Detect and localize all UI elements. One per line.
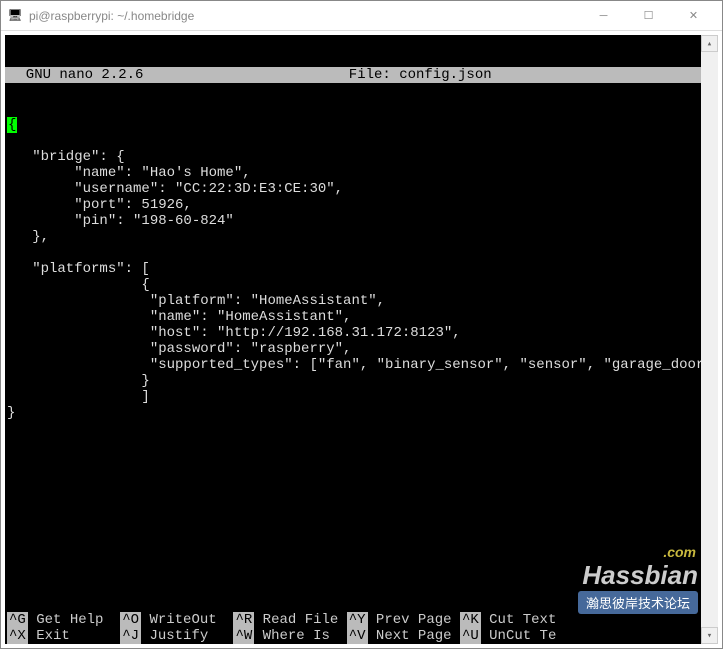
terminal-area: GNU nano 2.2.6 File: config.json { "brid…	[5, 35, 718, 644]
code-line: },	[7, 229, 49, 245]
editor-content[interactable]: { "bridge": { "name": "Hao's Home", "use…	[5, 115, 701, 423]
shortcut-label: WriteOut	[141, 612, 233, 628]
code-line: "name": "HomeAssistant",	[7, 309, 351, 325]
shortcut-label: Justify	[141, 628, 233, 644]
code-line: "password": "raspberry",	[7, 341, 351, 357]
shortcut-writeout[interactable]: ^O	[120, 612, 141, 628]
putty-icon: 🖥	[7, 8, 23, 24]
shortcut-where-is[interactable]: ^W	[233, 628, 254, 644]
shortcut-label: Cut Text	[481, 612, 573, 628]
code-line: "pin": "198-60-824"	[7, 213, 234, 229]
minimize-button[interactable]: ─	[581, 2, 626, 30]
terminal[interactable]: GNU nano 2.2.6 File: config.json { "brid…	[5, 35, 701, 644]
titlebar[interactable]: 🖥 pi@raspberrypi: ~/.homebridge ─ ☐ ✕	[1, 1, 722, 31]
scroll-up-button[interactable]: ▴	[701, 35, 718, 52]
maximize-button[interactable]: ☐	[626, 2, 671, 30]
shortcut-label: Exit	[28, 628, 120, 644]
code-line: "platform": "HomeAssistant",	[7, 293, 385, 309]
shortcut-get-help[interactable]: ^G	[7, 612, 28, 628]
scroll-down-button[interactable]: ▾	[701, 627, 718, 644]
code-line: "host": "http://192.168.31.172:8123",	[7, 325, 461, 341]
code-line: }	[7, 405, 15, 421]
shortcut-read-file[interactable]: ^R	[233, 612, 254, 628]
shortcut-next-page[interactable]: ^V	[347, 628, 368, 644]
shortcut-prev-page[interactable]: ^Y	[347, 612, 368, 628]
shortcut-label: Get Help	[28, 612, 120, 628]
nano-file: File: config.json	[143, 67, 697, 83]
code-line: "name": "Hao's Home",	[7, 165, 251, 181]
putty-window: 🖥 pi@raspberrypi: ~/.homebridge ─ ☐ ✕ GN…	[0, 0, 723, 649]
nano-header: GNU nano 2.2.6 File: config.json	[5, 67, 701, 83]
shortcut-label: Read File	[254, 612, 346, 628]
shortcut-label: Where Is	[254, 628, 346, 644]
window-title: pi@raspberrypi: ~/.homebridge	[29, 9, 581, 23]
nano-version: GNU nano 2.2.6	[9, 67, 143, 83]
code-line: }	[7, 373, 150, 389]
shortcut-label: Prev Page	[368, 612, 460, 628]
scrollbar[interactable]: ▴ ▾	[701, 35, 718, 644]
shortcut-label: UnCut Te	[481, 628, 557, 644]
code-line: "bridge": {	[7, 149, 125, 165]
shortcut-justify[interactable]: ^J	[120, 628, 141, 644]
nano-shortcuts: ^G Get Help ^O WriteOut ^R Read File ^Y …	[5, 596, 701, 644]
shortcut-exit[interactable]: ^X	[7, 628, 28, 644]
close-button[interactable]: ✕	[671, 2, 716, 30]
cursor: {	[7, 117, 17, 133]
code-line: "supported_types": ["fan", "binary_senso…	[7, 357, 701, 373]
code-line: {	[7, 277, 150, 293]
shortcut-cut-text[interactable]: ^K	[460, 612, 481, 628]
code-line: "platforms": [	[7, 261, 150, 277]
window-controls: ─ ☐ ✕	[581, 2, 716, 30]
code-line: "username": "CC:22:3D:E3:CE:30",	[7, 181, 343, 197]
code-line: ]	[7, 389, 150, 405]
code-line: "port": 51926,	[7, 197, 192, 213]
shortcut-label: Next Page	[368, 628, 460, 644]
shortcut-uncut[interactable]: ^U	[460, 628, 481, 644]
scroll-track[interactable]	[701, 52, 718, 627]
